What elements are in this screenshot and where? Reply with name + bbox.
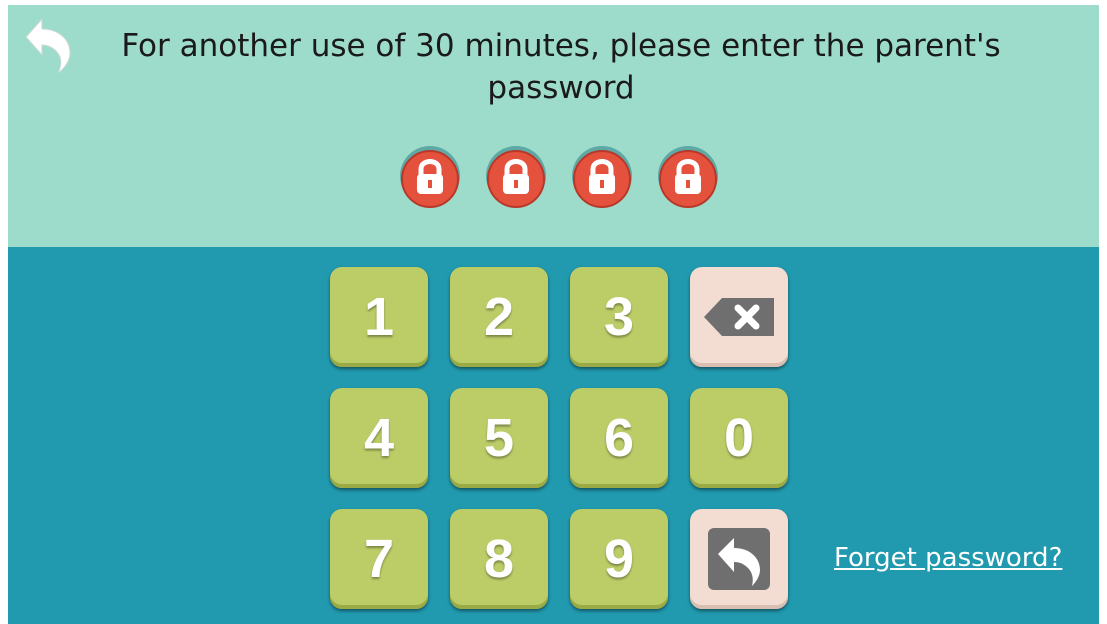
key-1[interactable]: 1 [330,267,428,367]
pin-indicator [398,145,728,215]
key-3[interactable]: 3 [570,267,668,367]
key-9[interactable]: 9 [570,509,668,609]
back-arrow-icon [25,17,71,75]
back-button[interactable] [18,11,76,75]
number-keypad: 1 2 3 4 5 6 0 7 8 9 [330,267,792,611]
lock-icon [658,146,718,208]
key-8[interactable]: 8 [450,509,548,609]
pin-slot-4 [656,145,720,209]
key-5[interactable]: 5 [450,388,548,488]
key-7[interactable]: 7 [330,509,428,609]
lock-icon [572,146,632,208]
pin-slot-2 [484,145,548,209]
key-4[interactable]: 4 [330,388,428,488]
return-arrow-icon [708,528,770,590]
delete-button[interactable] [690,267,788,367]
lock-icon [486,146,546,208]
header-panel: For another use of 30 minutes, please en… [8,5,1099,247]
lock-icon [400,146,460,208]
backspace-icon [704,298,774,336]
key-2[interactable]: 2 [450,267,548,367]
return-button[interactable] [690,509,788,609]
key-0[interactable]: 0 [690,388,788,488]
forget-password-link[interactable]: Forget password? [834,543,1062,573]
parental-lock-screen: For another use of 30 minutes, please en… [8,5,1099,624]
key-6[interactable]: 6 [570,388,668,488]
pin-slot-3 [570,145,634,209]
pin-slot-1 [398,145,462,209]
password-prompt: For another use of 30 minutes, please en… [121,28,1001,106]
